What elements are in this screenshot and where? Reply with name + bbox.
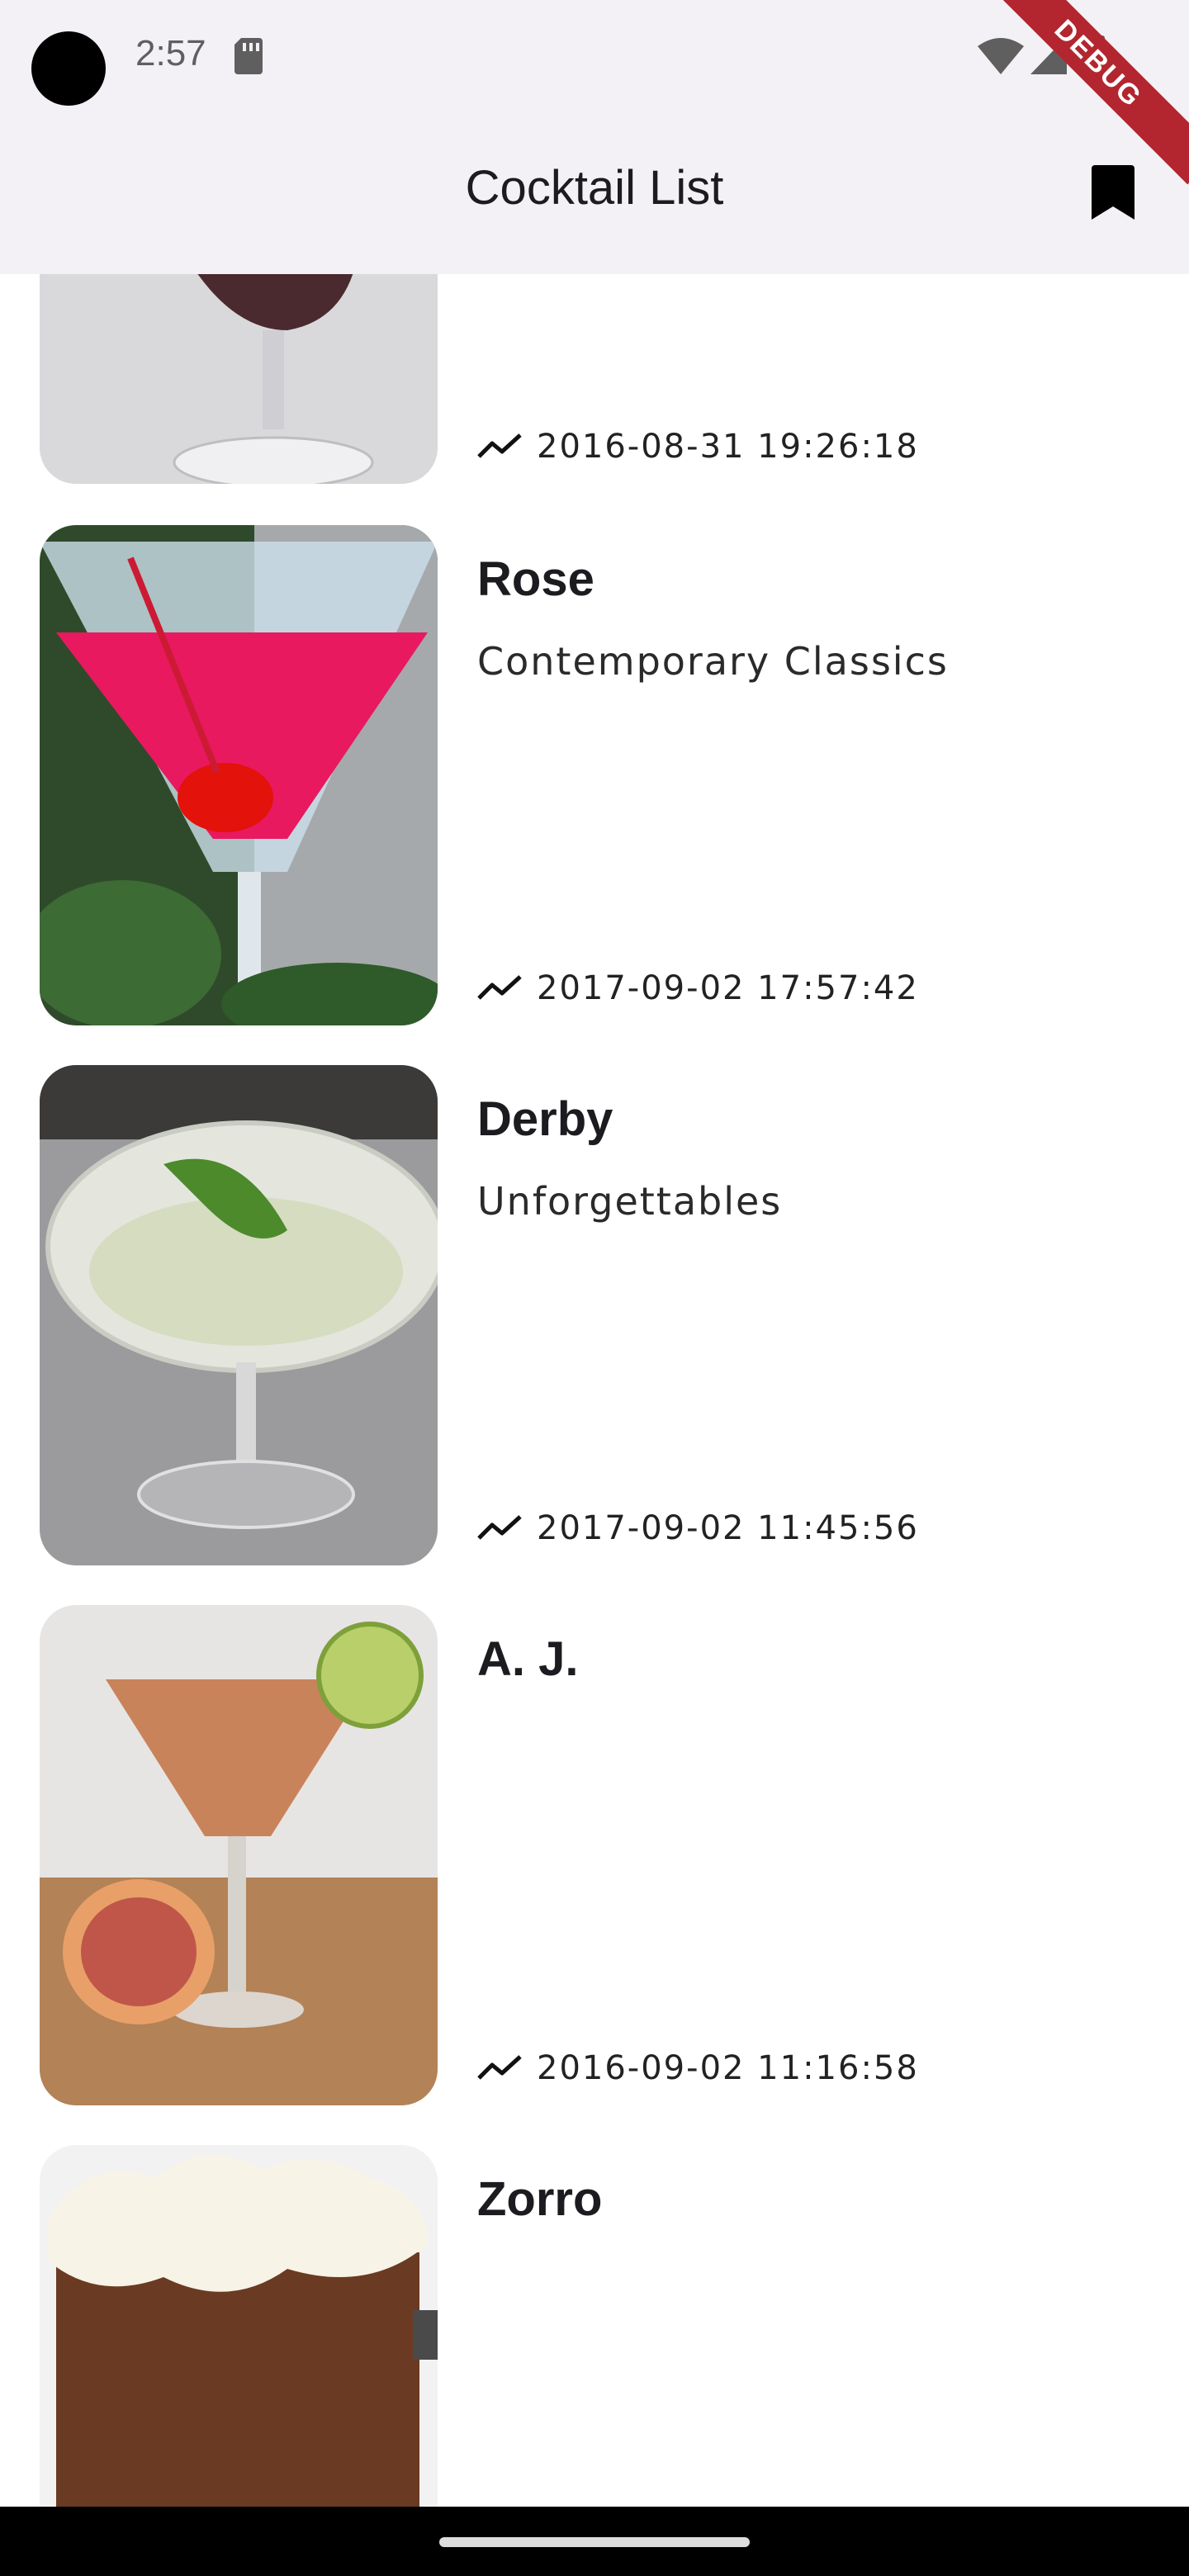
status-time: 2:57 — [135, 33, 206, 73]
list-item[interactable]: 2016-08-31 19:26:18 — [0, 274, 1189, 484]
date-text: 2016-09-02 11:16:58 — [537, 2049, 919, 2087]
camera-cutout — [31, 31, 106, 106]
trending-up-icon — [477, 433, 522, 458]
cocktail-name: Zorro — [477, 2172, 603, 2226]
list-item[interactable]: Rose Contemporary Classics 2017-09-02 17… — [0, 525, 1189, 1025]
cocktail-thumbnail — [40, 525, 438, 1025]
cocktail-thumbnail — [40, 2145, 438, 2507]
cocktail-category: Unforgettables — [477, 1179, 783, 1224]
system-navigation-bar — [0, 2507, 1189, 2576]
page-title: Cocktail List — [465, 161, 724, 215]
cocktail-date: 2016-09-02 11:16:58 — [477, 2048, 919, 2089]
date-text: 2017-09-02 17:57:42 — [537, 969, 919, 1007]
cocktail-list[interactable]: 2016-08-31 19:26:18 Rose Contemporary Cl… — [0, 274, 1189, 2507]
cocktail-date: 2017-09-02 11:45:56 — [477, 1508, 919, 1549]
wifi-icon — [978, 38, 1024, 74]
date-text: 2016-08-31 19:26:18 — [537, 428, 919, 466]
list-item[interactable]: Derby Unforgettables 2017-09-02 11:45:56 — [0, 1065, 1189, 1565]
trending-up-icon — [477, 2055, 522, 2080]
cocktail-name: Rose — [477, 552, 594, 606]
bookmark-icon[interactable] — [1092, 165, 1135, 220]
trending-up-icon — [477, 1515, 522, 1540]
list-item[interactable]: A. J. 2016-09-02 11:16:58 — [0, 1605, 1189, 2105]
cocktail-name: A. J. — [477, 1632, 579, 1686]
debug-banner: DEBUG — [977, 0, 1189, 185]
cocktail-name: Derby — [477, 1092, 613, 1146]
home-gesture-handle[interactable] — [439, 2537, 750, 2547]
app-header: 2:57 DEBUG Cocktail List — [0, 0, 1189, 274]
trending-up-icon — [477, 975, 522, 1000]
cocktail-category: Contemporary Classics — [477, 639, 949, 684]
cocktail-thumbnail — [40, 274, 438, 484]
sd-card-icon — [234, 38, 263, 74]
cocktail-thumbnail — [40, 1605, 438, 2105]
date-text: 2017-09-02 11:45:56 — [537, 1509, 919, 1547]
cocktail-date: 2017-09-02 17:57:42 — [477, 968, 919, 1009]
cocktail-thumbnail — [40, 1065, 438, 1565]
cocktail-date: 2016-08-31 19:26:18 — [477, 426, 919, 467]
list-item[interactable]: Zorro — [0, 2145, 1189, 2507]
